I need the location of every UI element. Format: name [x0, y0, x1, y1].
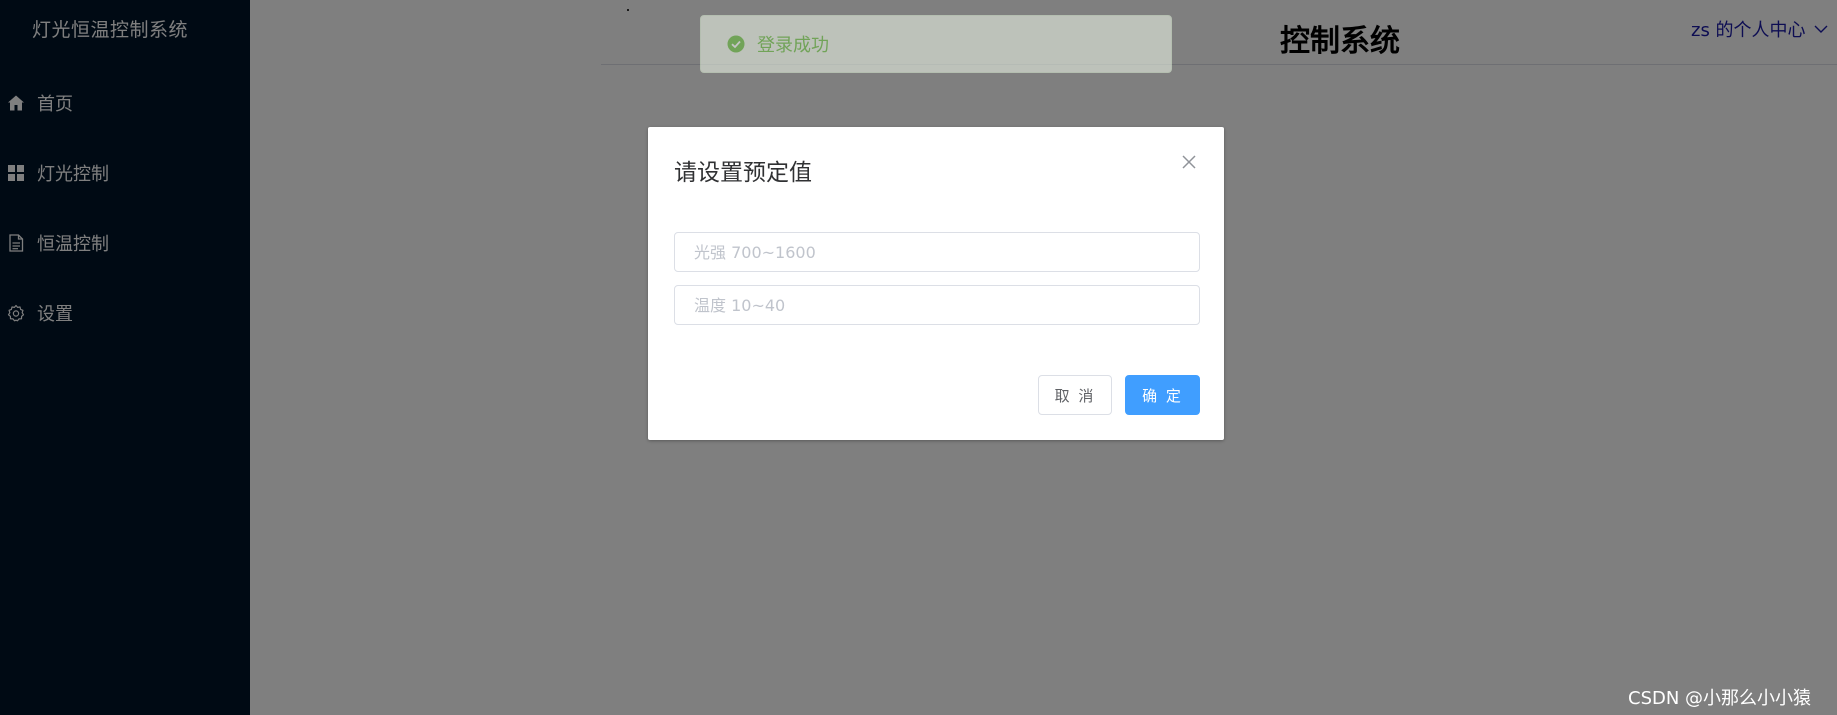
- app-root: 灯光恒温控制系统 首页 灯光控制: [0, 0, 1837, 715]
- watermark: CSDN @小那么小小猿: [1628, 688, 1812, 709]
- light-intensity-input[interactable]: [674, 232, 1200, 272]
- success-toast: 登录成功: [700, 15, 1172, 73]
- close-icon[interactable]: [1180, 153, 1198, 171]
- toast-message: 登录成功: [757, 35, 829, 56]
- dialog-title: 请设置预定值: [674, 160, 812, 186]
- confirm-button[interactable]: 确 定: [1125, 375, 1200, 415]
- set-preset-dialog: 请设置预定值 取 消 确 定: [648, 127, 1224, 440]
- cancel-button[interactable]: 取 消: [1038, 375, 1112, 415]
- temperature-input[interactable]: [674, 285, 1200, 325]
- check-circle-icon: [727, 35, 745, 53]
